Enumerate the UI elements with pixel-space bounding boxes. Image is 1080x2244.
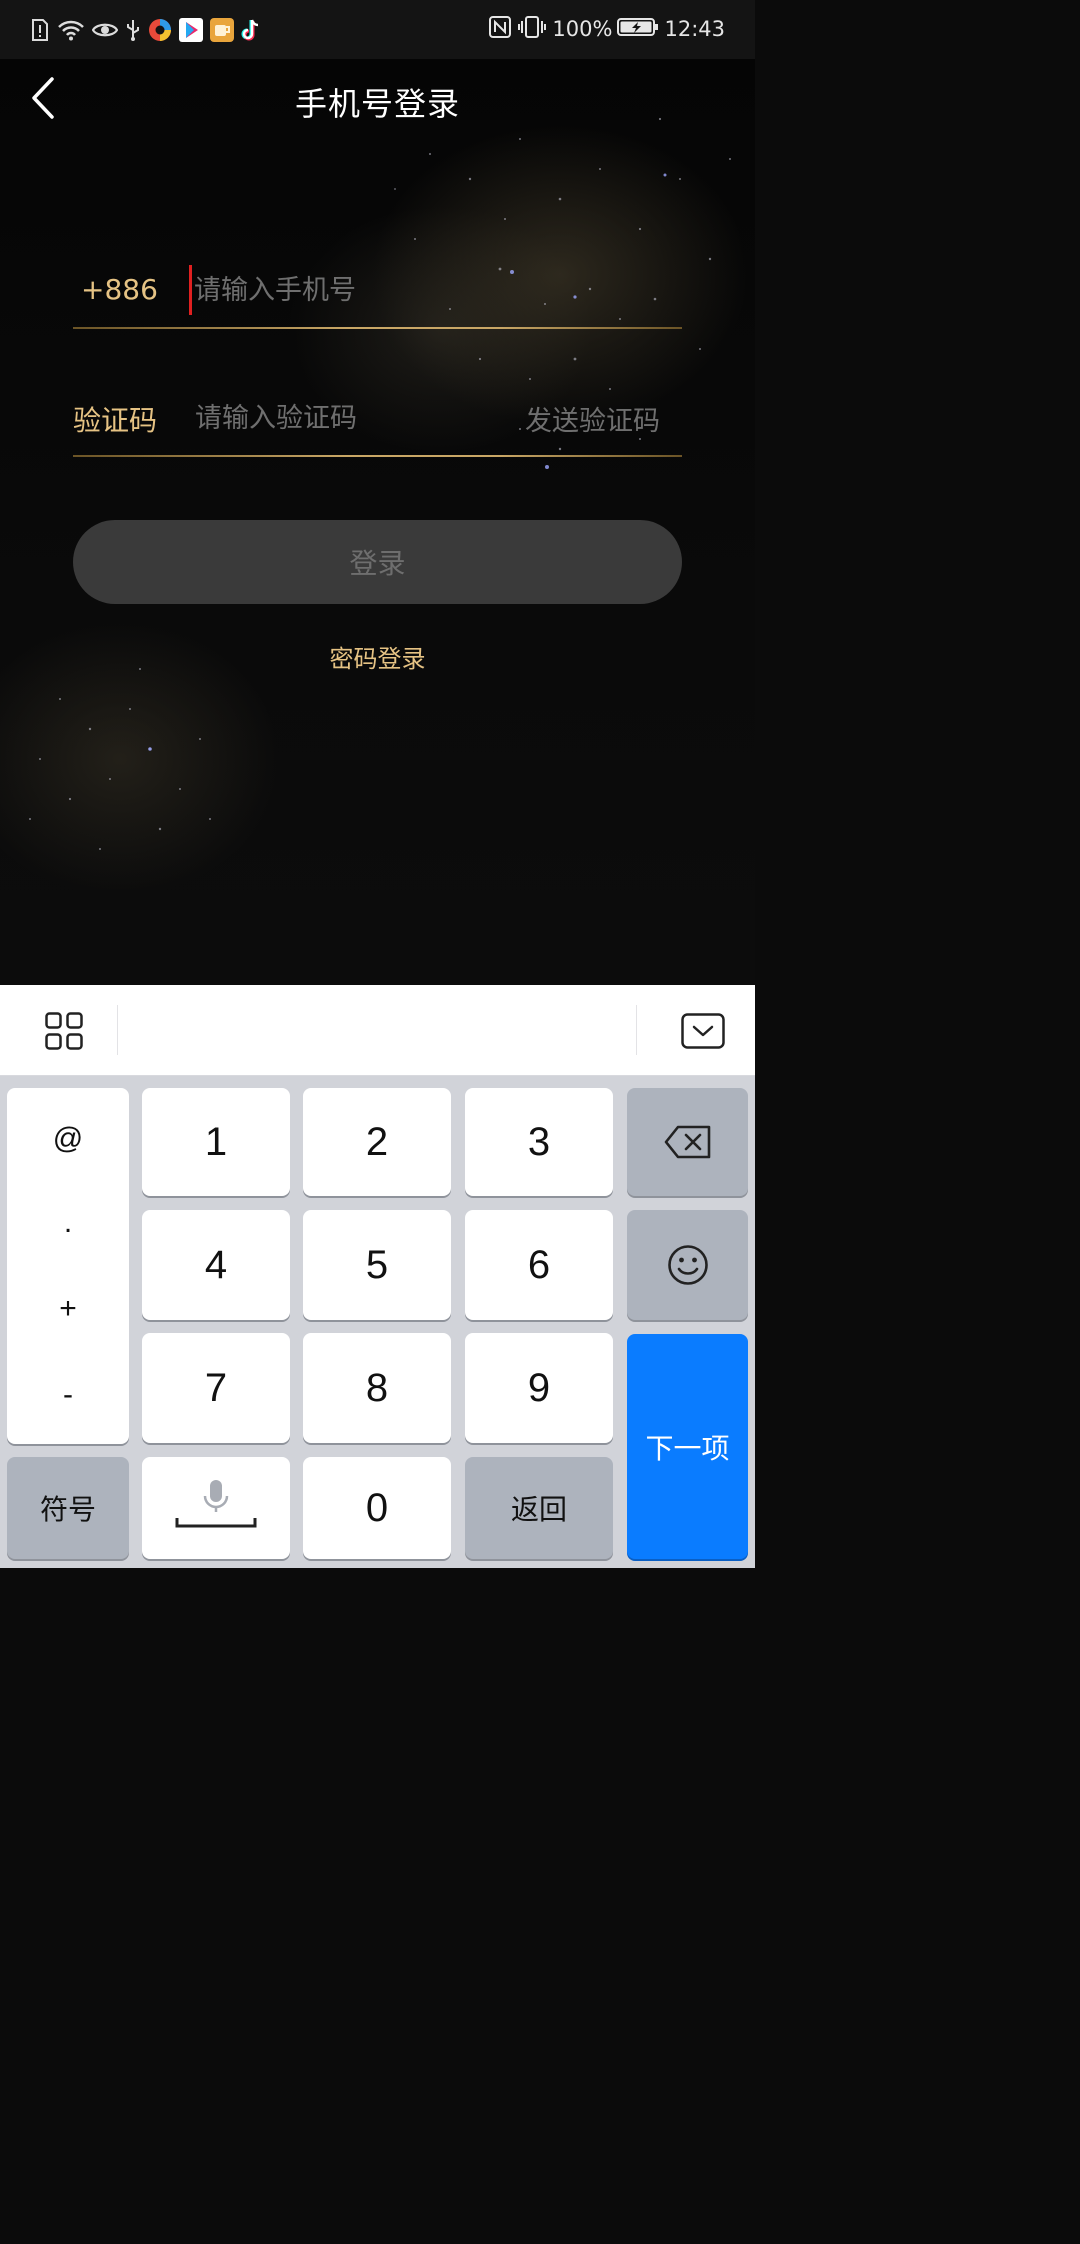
symbol-column: @ . + - — [7, 1088, 129, 1444]
code-label: 验证码 — [73, 404, 158, 437]
backspace-icon — [664, 1125, 710, 1159]
next-key[interactable]: 下一项 — [627, 1334, 748, 1559]
grid-icon — [45, 1012, 83, 1050]
nfc-icon — [488, 15, 512, 44]
send-code-button[interactable]: 发送验证码 — [525, 399, 660, 438]
youku-app-icon — [179, 18, 203, 42]
key-2[interactable]: 2 — [303, 1088, 451, 1196]
emoji-key[interactable] — [627, 1210, 748, 1320]
key-plus[interactable]: + — [7, 1292, 129, 1326]
voice-space-key[interactable] — [142, 1457, 290, 1559]
key-7[interactable]: 7 — [142, 1333, 290, 1443]
code-input[interactable] — [193, 393, 497, 443]
keyboard-menu-button[interactable] — [34, 1003, 94, 1059]
key-at[interactable]: @ — [7, 1122, 129, 1156]
vibrate-icon — [517, 15, 547, 44]
battery-percent: 100% — [552, 17, 613, 41]
smiley-icon — [667, 1245, 708, 1285]
eye-icon — [92, 20, 118, 40]
microphone-icon — [175, 1480, 257, 1528]
tiktok-app-icon — [241, 18, 263, 42]
login-panel: 手机号登录 +886 验证码 发送验证码 登录 密码登录 — [0, 59, 755, 985]
numeric-keyboard: @ . + - 1 2 3 4 5 6 7 8 9 下一项 符号 0 返回 — [0, 1076, 755, 1568]
alert-icon — [30, 18, 50, 42]
key-dot[interactable]: . — [7, 1206, 129, 1240]
toolbar-divider — [117, 1005, 118, 1055]
wifi-icon — [57, 19, 85, 41]
browser-app-icon — [148, 18, 172, 42]
key-6[interactable]: 6 — [465, 1210, 613, 1320]
password-login-link[interactable]: 密码登录 — [0, 639, 755, 674]
key-9[interactable]: 9 — [465, 1333, 613, 1443]
code-field-underline — [73, 455, 682, 457]
symbols-key[interactable]: 符号 — [7, 1457, 129, 1559]
key-3[interactable]: 3 — [465, 1088, 613, 1196]
clock: 12:43 — [664, 17, 725, 41]
key-8[interactable]: 8 — [303, 1333, 451, 1443]
status-bar: 100% 12:43 — [0, 0, 755, 59]
keyboard-toolbar — [0, 985, 755, 1076]
key-minus[interactable]: - — [7, 1378, 129, 1412]
usb-icon — [125, 18, 141, 42]
status-bar-system: 100% 12:43 — [483, 14, 725, 44]
phone-field-row: +886 — [73, 259, 682, 329]
return-key[interactable]: 返回 — [465, 1457, 613, 1559]
keyboard-collapse-icon — [681, 1013, 725, 1049]
phone-field-underline — [73, 327, 682, 329]
login-button[interactable]: 登录 — [73, 520, 682, 604]
key-4[interactable]: 4 — [142, 1210, 290, 1320]
key-0[interactable]: 0 — [303, 1457, 451, 1559]
code-field-row: 验证码 发送验证码 — [73, 387, 682, 457]
country-code-selector[interactable]: +886 — [81, 273, 158, 306]
hide-keyboard-button[interactable] — [673, 1003, 733, 1059]
battery-charging-icon — [617, 17, 659, 42]
key-1[interactable]: 1 — [142, 1088, 290, 1196]
key-5[interactable]: 5 — [303, 1210, 451, 1320]
status-bar-notifications — [30, 16, 270, 44]
phone-input[interactable] — [189, 265, 666, 315]
backspace-key[interactable] — [627, 1088, 748, 1196]
toolbar-divider — [636, 1005, 637, 1055]
phone-login-screen: 100% 12:43 手机号登录 +886 请输入手机号 验证码 请输入验证码 … — [0, 0, 755, 1568]
page-title: 手机号登录 — [294, 85, 460, 123]
cup-app-icon — [210, 18, 234, 42]
